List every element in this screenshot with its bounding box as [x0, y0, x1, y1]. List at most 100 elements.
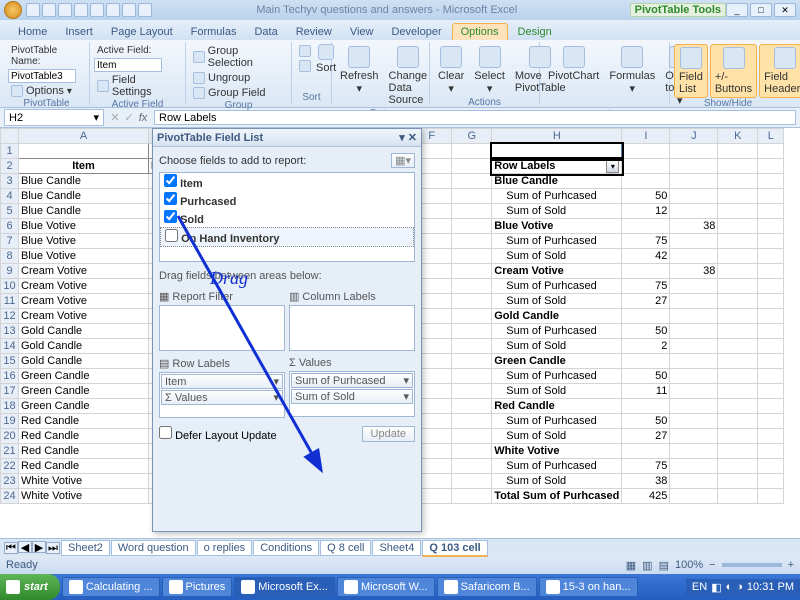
cell[interactable]: 38: [622, 474, 670, 489]
cell[interactable]: [452, 219, 492, 234]
row-header[interactable]: 18: [1, 399, 19, 414]
row-header[interactable]: 20: [1, 429, 19, 444]
cell[interactable]: [452, 294, 492, 309]
plus-minus-buttons[interactable]: +/- Buttons: [710, 44, 757, 98]
cell[interactable]: [758, 279, 784, 294]
clear-button[interactable]: Clear▾: [434, 44, 468, 97]
update-button[interactable]: Update: [362, 426, 415, 442]
view-normal-icon[interactable]: ▦: [626, 559, 636, 572]
cell[interactable]: [758, 219, 784, 234]
ungroup-button[interactable]: Ungroup: [190, 71, 287, 85]
cell[interactable]: [758, 189, 784, 204]
cell[interactable]: [718, 474, 758, 489]
tab-data[interactable]: Data: [246, 24, 285, 40]
cell[interactable]: [718, 174, 758, 189]
minimize-button[interactable]: _: [726, 3, 748, 17]
sheet-tab[interactable]: Q 103 cell: [422, 540, 487, 557]
cell[interactable]: [452, 144, 492, 159]
cell[interactable]: White Votive: [19, 474, 149, 489]
layout-menu-button[interactable]: ▦▾: [391, 153, 415, 168]
cell[interactable]: [452, 339, 492, 354]
cell[interactable]: Item: [19, 159, 149, 174]
cell[interactable]: [758, 159, 784, 174]
cell[interactable]: [758, 234, 784, 249]
cell[interactable]: [622, 444, 670, 459]
cell[interactable]: [452, 189, 492, 204]
change-data-source-button[interactable]: Change Data Source: [385, 44, 432, 108]
select-all-corner[interactable]: [1, 129, 19, 144]
cell[interactable]: Red Candle: [19, 414, 149, 429]
cell[interactable]: [452, 234, 492, 249]
field-purhcased[interactable]: Purhcased: [160, 191, 414, 209]
cell[interactable]: [670, 369, 718, 384]
dropdown-icon[interactable]: ▾: [399, 132, 405, 144]
column-header[interactable]: H: [492, 129, 622, 144]
cell[interactable]: [758, 249, 784, 264]
system-tray[interactable]: EN ◧ ◐ ◑ 10:31 PM: [686, 579, 800, 596]
cell[interactable]: [718, 444, 758, 459]
cell[interactable]: Sum of Sold: [492, 384, 622, 399]
cell[interactable]: [452, 489, 492, 504]
redo-icon[interactable]: [58, 3, 72, 17]
cell[interactable]: [670, 234, 718, 249]
column-header[interactable]: K: [718, 129, 758, 144]
view-break-icon[interactable]: ▤: [659, 559, 669, 572]
tab-review[interactable]: Review: [288, 24, 340, 40]
pivotchart-button[interactable]: PivotChart: [544, 44, 603, 84]
cancel-icon[interactable]: ✕: [108, 111, 122, 124]
cell[interactable]: [718, 204, 758, 219]
cell[interactable]: Blue Candle: [19, 189, 149, 204]
tab-developer[interactable]: Developer: [383, 24, 449, 40]
row-header[interactable]: 1: [1, 144, 19, 159]
cell[interactable]: [758, 294, 784, 309]
sheet-tab[interactable]: Word question: [111, 540, 196, 556]
row-header[interactable]: 17: [1, 384, 19, 399]
cell[interactable]: Sum of Purhcased: [492, 189, 622, 204]
cell[interactable]: [452, 459, 492, 474]
tab-insert[interactable]: Insert: [57, 24, 101, 40]
tab-formulas[interactable]: Formulas: [183, 24, 245, 40]
cell[interactable]: [758, 204, 784, 219]
cell[interactable]: [452, 429, 492, 444]
row-header[interactable]: 15: [1, 354, 19, 369]
cell[interactable]: 75: [622, 279, 670, 294]
cell[interactable]: 50: [622, 369, 670, 384]
row-header[interactable]: 2: [1, 159, 19, 174]
field-item[interactable]: Item: [160, 173, 414, 191]
cell[interactable]: [758, 264, 784, 279]
cell[interactable]: Sum of Sold: [492, 429, 622, 444]
pivottable-options-button[interactable]: Options ▾: [8, 84, 85, 98]
cell[interactable]: [718, 264, 758, 279]
field-settings-button[interactable]: Field Settings: [94, 73, 181, 99]
cell[interactable]: [452, 354, 492, 369]
row-header[interactable]: 14: [1, 339, 19, 354]
cell[interactable]: Sum of Purhcased: [492, 369, 622, 384]
cell[interactable]: [19, 144, 149, 159]
cell[interactable]: [718, 234, 758, 249]
report-filter-drop[interactable]: [159, 305, 285, 351]
tray-icon[interactable]: ◐: [726, 581, 733, 593]
cell[interactable]: [718, 324, 758, 339]
cell[interactable]: [758, 399, 784, 414]
cell[interactable]: [758, 339, 784, 354]
cell[interactable]: [492, 144, 622, 159]
tray-icon[interactable]: ◑: [736, 581, 743, 593]
sheet-tab[interactable]: Sheet4: [372, 540, 421, 556]
cell[interactable]: [718, 279, 758, 294]
cell[interactable]: [718, 384, 758, 399]
cell[interactable]: Sum of Purhcased: [492, 459, 622, 474]
cell[interactable]: 12: [622, 204, 670, 219]
cell[interactable]: [758, 144, 784, 159]
row-tag[interactable]: Σ Values▾: [161, 390, 283, 405]
cell[interactable]: Blue Candle: [492, 174, 622, 189]
cell[interactable]: [452, 399, 492, 414]
cell[interactable]: Sum of Purhcased: [492, 279, 622, 294]
row-header[interactable]: 10: [1, 279, 19, 294]
cell[interactable]: Gold Candle: [492, 309, 622, 324]
formulas-button[interactable]: Formulas▾: [605, 44, 659, 97]
fx-icon[interactable]: fx: [136, 112, 150, 124]
cell[interactable]: [670, 429, 718, 444]
cell[interactable]: [670, 309, 718, 324]
cell[interactable]: [758, 474, 784, 489]
cell[interactable]: Cream Votive: [19, 264, 149, 279]
